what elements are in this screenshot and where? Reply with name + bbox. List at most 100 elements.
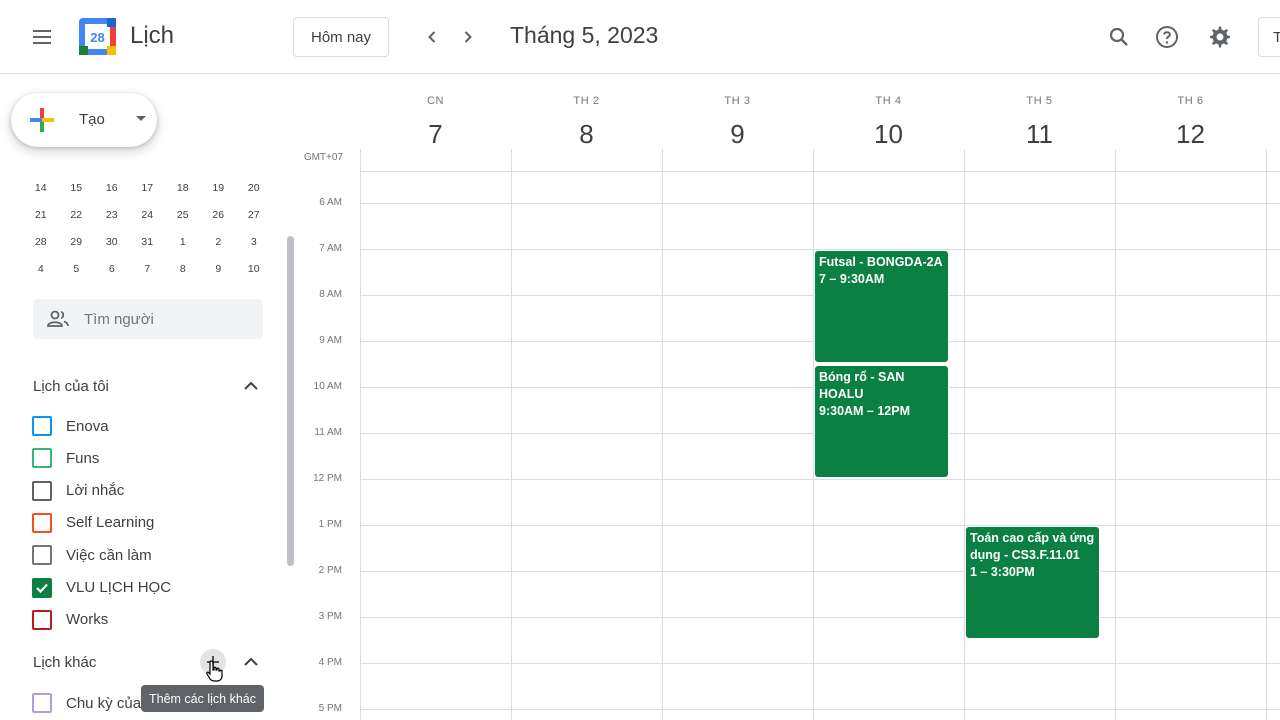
help-icon[interactable]: [1148, 18, 1186, 56]
chevron-left-icon: [428, 31, 436, 43]
day-column-divider: [511, 149, 512, 720]
today-button[interactable]: Hôm nay: [293, 17, 389, 57]
settings-gear-icon[interactable]: [1201, 18, 1239, 56]
mini-calendar-day[interactable]: 23: [94, 209, 130, 221]
calendar-event[interactable]: Bóng rổ - SAN HOALU 9:30AM – 12PM: [814, 365, 949, 478]
day-header[interactable]: TH 2 8: [511, 75, 662, 155]
mini-calendar-day[interactable]: 31: [130, 236, 166, 248]
day-number[interactable]: 11: [964, 119, 1115, 150]
mini-calendar-week: 4 5 6 7 8 9 10: [23, 255, 272, 282]
mini-calendar-day[interactable]: 5: [59, 263, 95, 275]
mini-calendar-day[interactable]: 17: [130, 182, 166, 194]
checkbox-icon[interactable]: [32, 609, 52, 630]
calendar-list-item[interactable]: Việc cần làm: [32, 543, 152, 567]
mini-calendar-day[interactable]: 7: [130, 263, 166, 275]
mini-calendar-day[interactable]: 19: [201, 182, 237, 194]
day-number[interactable]: 12: [1115, 119, 1266, 150]
week-grid: GMT+07 CN 7 TH 2 8 TH 3 9 TH 4 10 TH 5 11 TH 6 12 6…: [298, 75, 1280, 720]
search-icon[interactable]: [1100, 18, 1138, 56]
next-week-button[interactable]: [453, 22, 483, 52]
previous-week-button[interactable]: [417, 22, 447, 52]
other-calendars-title[interactable]: Lịch khác: [33, 654, 96, 671]
day-header[interactable]: TH 4 10: [813, 75, 964, 155]
calendar-list-item[interactable]: Self Learning: [32, 511, 154, 535]
calendar-logo-icon[interactable]: 28: [79, 18, 116, 55]
calendar-list-item[interactable]: Lời nhắc: [32, 479, 124, 503]
top-bar: 28 Lịch Hôm nay Tháng 5, 2023 T: [0, 0, 1280, 74]
checkbox-icon[interactable]: [32, 545, 52, 566]
create-button[interactable]: Tạo: [11, 93, 157, 147]
mini-calendar-day[interactable]: 1: [165, 236, 201, 248]
day-number[interactable]: 7: [360, 119, 511, 150]
day-number[interactable]: 8: [511, 119, 662, 150]
mini-calendar-day[interactable]: 9: [201, 263, 237, 275]
sidebar: Tạo 14 15 16 17 18 19 20 21 22 23 24 25 26 27 28 29 30 31…: [0, 75, 298, 720]
hour-line: [360, 571, 1280, 572]
checkbox-icon[interactable]: [32, 512, 52, 533]
calendar-list-item[interactable]: Funs: [32, 446, 99, 470]
main-menu-button[interactable]: [22, 17, 62, 57]
mini-calendar-day[interactable]: 27: [236, 209, 272, 221]
calendar-event[interactable]: Futsal - BONGDA-2A 7 – 9:30AM: [814, 250, 949, 363]
day-name: TH 4: [875, 95, 902, 107]
day-number[interactable]: 9: [662, 119, 813, 150]
mini-calendar-day[interactable]: 6: [94, 263, 130, 275]
event-title: Toán cao cấp và ứng dụng - CS3.F.11.01: [970, 531, 1095, 562]
mini-calendar-day[interactable]: 20: [236, 182, 272, 194]
mini-calendar-day[interactable]: 2: [201, 236, 237, 248]
search-people-input[interactable]: Tìm người: [33, 299, 263, 339]
my-calendars-title[interactable]: Lịch của tôi: [33, 378, 109, 395]
calendar-list-item[interactable]: Works: [32, 608, 108, 632]
all-day-divider: [360, 171, 1280, 172]
day-column-divider: [1266, 149, 1267, 720]
hand-cursor-icon: [206, 660, 223, 682]
day-header[interactable]: TH 6 12: [1115, 75, 1266, 155]
calendar-event[interactable]: Toán cao cấp và ứng dụng - CS3.F.11.01 1 …: [965, 526, 1100, 639]
mini-calendar-day[interactable]: 25: [165, 209, 201, 221]
day-header[interactable]: TH 5 11: [964, 75, 1115, 155]
day-number[interactable]: 10: [813, 119, 964, 150]
calendar-name: Funs: [66, 449, 100, 467]
calendar-name: Self Learning: [66, 514, 155, 532]
mini-calendar-day[interactable]: 10: [236, 263, 272, 275]
mini-calendar-day[interactable]: 22: [59, 209, 95, 221]
mini-calendar-day[interactable]: 21: [23, 209, 59, 221]
sidebar-scrollbar[interactable]: [287, 236, 294, 566]
mini-calendar-day[interactable]: 30: [94, 236, 130, 248]
mini-calendar-day[interactable]: 3: [236, 236, 272, 248]
checkbox-icon[interactable]: [32, 693, 52, 713]
mini-calendar-day[interactable]: 14: [23, 182, 59, 194]
menu-icon-bar: [33, 42, 51, 44]
mini-calendar-day[interactable]: 8: [165, 263, 201, 275]
mini-calendar-day[interactable]: 26: [201, 209, 237, 221]
menu-icon-bar: [33, 36, 51, 38]
mini-calendar-day[interactable]: 18: [165, 182, 201, 194]
mini-calendar-day[interactable]: 4: [23, 263, 59, 275]
hour-line: [360, 663, 1280, 664]
checkbox-icon[interactable]: [32, 448, 52, 469]
checked-checkbox-icon[interactable]: [32, 577, 52, 598]
other-calendar-list-item[interactable]: Chu kỳ của: [32, 691, 141, 715]
mini-calendar-day[interactable]: 15: [59, 182, 95, 194]
collapse-other-calendars-button[interactable]: [240, 651, 262, 673]
view-selector-button[interactable]: T: [1258, 17, 1280, 57]
mini-calendar-day[interactable]: 24: [130, 209, 166, 221]
hour-label: 6 AM: [319, 197, 342, 208]
checkbox-icon[interactable]: [32, 416, 52, 436]
mini-calendar-day[interactable]: 29: [59, 236, 95, 248]
calendar-list-item[interactable]: VLU LỊCH HỌC: [32, 576, 171, 600]
checkbox-icon[interactable]: [32, 480, 52, 501]
hour-label: 10 AM: [313, 381, 342, 392]
mini-calendar-day[interactable]: 28: [23, 236, 59, 248]
mini-calendar-week: 14 15 16 17 18 19 20: [23, 174, 272, 201]
calendar-name: Enova: [66, 417, 109, 435]
day-header[interactable]: TH 3 9: [662, 75, 813, 155]
collapse-my-calendars-button[interactable]: [240, 375, 262, 397]
calendar-name: Việc cần làm: [66, 546, 152, 564]
day-header[interactable]: CN 7: [360, 75, 511, 155]
mini-calendar-day[interactable]: 16: [94, 182, 130, 194]
search-people-placeholder: Tìm người: [84, 311, 154, 328]
app-title: Lịch: [130, 22, 175, 49]
calendar-list-item[interactable]: Enova: [32, 414, 109, 438]
event-title: Bóng rổ - SAN HOALU: [819, 370, 905, 401]
